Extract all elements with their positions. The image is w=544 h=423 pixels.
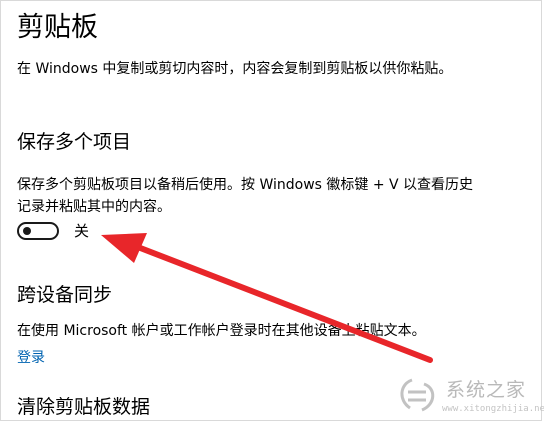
clipboard-history-toggle[interactable]: [17, 222, 59, 240]
history-section-title: 保存多个项目: [17, 131, 132, 153]
page-description: 在 Windows 中复制或剪切内容时，内容会复制到剪贴板以供你粘贴。: [17, 61, 453, 77]
sync-description: 在使用 Microsoft 帐户或工作帐户登录时在其他设备上粘贴文本。: [17, 323, 426, 339]
history-description: 保存多个剪贴板项目以备稍后使用。按 Windows 徽标键 + V 以查看历史记…: [17, 177, 474, 215]
toggle-state-label: 关: [74, 222, 90, 240]
sign-in-link[interactable]: 登录: [17, 347, 45, 369]
toggle-knob: [23, 227, 31, 235]
clear-section-title: 清除剪贴板数据: [17, 396, 151, 418]
sync-section-title: 跨设备同步: [17, 284, 113, 306]
page-title: 剪贴板: [17, 12, 98, 43]
watermark-text: 系统之家: [446, 379, 527, 401]
watermark-url: www.xitongzhijia.net: [442, 404, 544, 414]
